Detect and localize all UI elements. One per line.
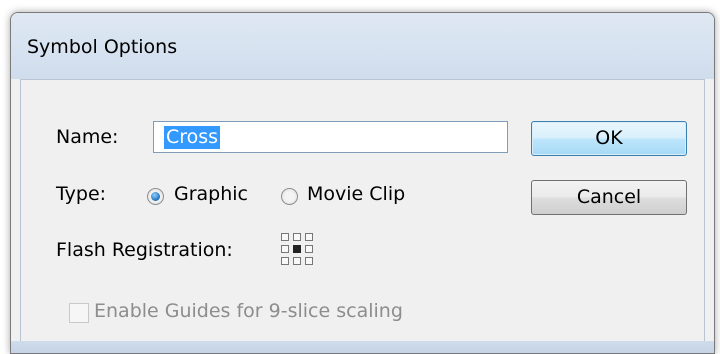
name-input[interactable]: Cross	[153, 121, 508, 153]
registration-grid[interactable]	[281, 233, 313, 265]
registration-point-top-center[interactable]	[293, 233, 301, 241]
registration-point-top-left[interactable]	[281, 233, 289, 241]
enable-guides-checkbox[interactable]	[69, 303, 89, 323]
radio-graphic[interactable]	[147, 188, 164, 205]
registration-point-middle-left[interactable]	[281, 245, 289, 253]
enable-guides-label: Enable Guides for 9-slice scaling	[94, 300, 403, 322]
symbol-options-dialog: Symbol Options Name: Cross OK Cancel Typ…	[10, 12, 715, 354]
registration-point-top-right[interactable]	[305, 233, 313, 241]
name-label: Name:	[56, 126, 119, 148]
ok-button[interactable]: OK	[531, 121, 687, 156]
radio-movie-clip-label[interactable]: Movie Clip	[307, 183, 405, 205]
title-bar[interactable]: Symbol Options	[11, 13, 714, 79]
registration-point-bottom-left[interactable]	[281, 257, 289, 265]
radio-movie-clip[interactable]	[281, 188, 298, 205]
registration-point-middle-right[interactable]	[305, 245, 313, 253]
cancel-button[interactable]: Cancel	[531, 180, 687, 215]
dialog-title: Symbol Options	[27, 36, 178, 58]
registration-point-center[interactable]	[293, 245, 301, 253]
registration-point-bottom-center[interactable]	[293, 257, 301, 265]
window-frame-bottom	[11, 341, 714, 353]
radio-graphic-label[interactable]: Graphic	[174, 183, 248, 205]
dialog-content: Name: Cross OK Cancel Type: Graphic Movi…	[20, 79, 705, 342]
name-input-value: Cross	[164, 126, 221, 149]
type-label: Type:	[56, 183, 107, 205]
registration-label: Flash Registration:	[56, 239, 233, 261]
registration-point-bottom-right[interactable]	[305, 257, 313, 265]
